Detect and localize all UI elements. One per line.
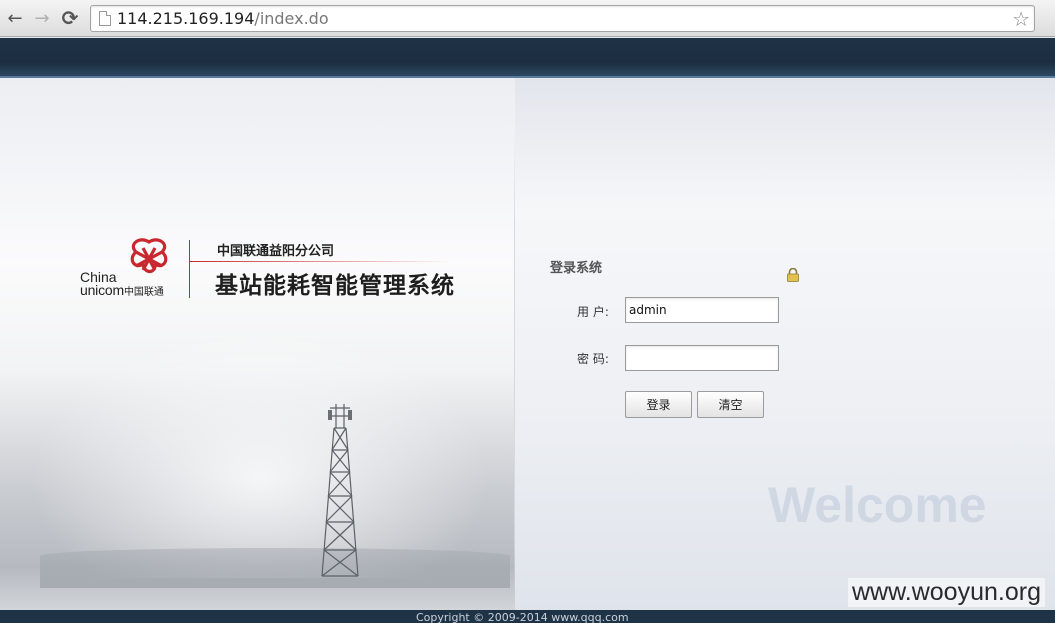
clear-button[interactable]: 清空 <box>697 391 764 418</box>
header-band <box>0 38 1055 78</box>
sky-glow <box>30 328 490 578</box>
logo-unicom-en: unicom <box>80 282 124 298</box>
url-host: 114.215.169.194 <box>117 9 255 28</box>
watermark-text: www.wooyun.org <box>848 578 1045 607</box>
url-path: /index.do <box>254 9 329 28</box>
lock-icon <box>787 268 799 282</box>
reload-icon[interactable]: ⟳ <box>59 6 81 30</box>
password-input[interactable] <box>625 345 779 371</box>
forward-arrow-icon[interactable]: → <box>31 7 53 29</box>
login-button[interactable]: 登录 <box>625 391 692 418</box>
banner-panel: China unicom中国联通 中国联通益阳分公司 基站能耗智能管理系统 <box>0 78 515 610</box>
company-name: 中国联通益阳分公司 <box>217 244 335 259</box>
footer: Copyright © 2009-2014 www.qqq.com <box>0 610 1055 623</box>
page-icon <box>99 11 111 26</box>
username-label: 用 户: <box>577 305 609 319</box>
logo-unicom-text: unicom中国联通 <box>80 282 164 298</box>
welcome-text: Welcome <box>768 477 987 533</box>
unicom-knot-icon <box>130 238 168 274</box>
login-title: 登录系统 <box>550 261 603 276</box>
login-page: China unicom中国联通 中国联通益阳分公司 基站能耗智能管理系统 登录… <box>0 78 1055 610</box>
address-bar[interactable]: 114.215.169.194/index.do ☆ <box>90 5 1035 32</box>
china-unicom-logo: China unicom中国联通 <box>78 238 178 298</box>
back-arrow-icon[interactable]: ← <box>4 7 26 29</box>
logo-unicom-cn: 中国联通 <box>123 287 164 298</box>
system-title: 基站能耗智能管理系统 <box>215 273 455 299</box>
browser-toolbar: ← → ⟳ 114.215.169.194/index.do ☆ <box>0 0 1055 37</box>
username-input[interactable] <box>625 297 779 323</box>
copyright-text: Copyright © 2009-2014 www.qqq.com <box>416 611 629 623</box>
title-underline <box>190 261 450 262</box>
url-text: 114.215.169.194/index.do <box>117 9 329 28</box>
logo-divider <box>189 240 190 298</box>
horizon <box>40 548 510 588</box>
password-label: 密 码: <box>577 352 609 366</box>
telecom-tower-image <box>321 404 359 577</box>
bookmark-star-icon[interactable]: ☆ <box>1012 7 1030 31</box>
